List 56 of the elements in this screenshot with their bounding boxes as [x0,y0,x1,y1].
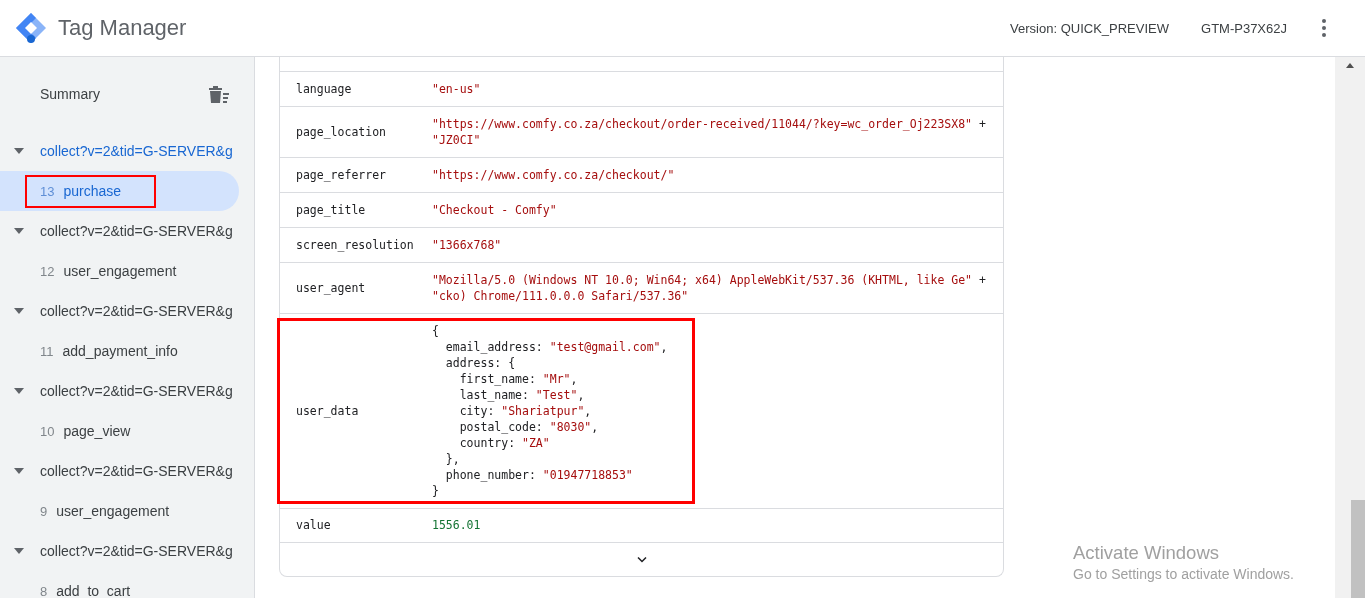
collapse-caret-icon[interactable] [14,228,24,234]
event-name: page_view [63,423,131,439]
parameter-name: screen_resolution [295,238,415,252]
collapse-caret-icon[interactable] [14,388,24,394]
collapse-caret-icon[interactable] [14,548,24,554]
event-number: 8 [40,583,48,598]
more-menu-icon[interactable] [1321,18,1327,38]
parameter-value: 1556.01 [432,517,481,533]
request-item[interactable]: collect?v=2&tid=G-SERVER&g [40,463,233,479]
parameter-name: language [295,82,353,96]
request-item[interactable]: collect?v=2&tid=G-SERVER&g [40,143,233,159]
event-name: add_payment_info [62,343,178,359]
container-id: GTM-P37X62J [1201,20,1287,36]
parameter-name: page_referrer [295,168,387,182]
parameter-value: "en-us" [432,81,481,97]
activation-notice-title: Activate Windows [1073,542,1220,564]
tag-manager-logo [14,11,48,45]
event-name: add_to_cart [56,583,131,598]
collapse-caret-icon[interactable] [14,468,24,474]
event-item[interactable]: 13 purchase [0,171,239,211]
event-number: 12 [40,263,55,279]
event-item[interactable]: 10 page_view [0,411,239,451]
request-item[interactable]: collect?v=2&tid=G-SERVER&g [40,303,233,319]
request-item[interactable]: collect?v=2&tid=G-SERVER&g [40,543,233,559]
request-item[interactable]: collect?v=2&tid=G-SERVER&g [40,223,233,239]
event-name: purchase [63,183,122,199]
event-item[interactable]: 9 user_engagement [0,491,239,531]
request-item[interactable]: collect?v=2&tid=G-SERVER&g [40,383,233,399]
parameter-value: "Checkout - Comfy" [432,202,557,218]
event-item[interactable]: 12 user_engagement [0,251,239,291]
parameter-value: "1366x768" [432,237,502,253]
app-title: Tag Manager [58,15,187,41]
event-number: 13 [40,183,55,199]
summary-link[interactable]: Summary [40,86,208,102]
parameter-name: user_agent [295,281,367,295]
expand-chevron-icon[interactable] [636,556,647,563]
parameter-value: { email_address: "test@gmail.com", address: { first_name: "Mr", last_name: "Test", city: "Shariatpur", postal_code: "8030", country: "ZA" }, phone_number: "01947718853" } [432,323,668,499]
version-label: Version: QUICK_PREVIEW [1010,20,1169,36]
parameter-name: page_location [295,125,387,139]
activation-notice-text: Go to Settings to activate Windows. [1073,566,1294,582]
parameter-value: "Mozilla/5.0 (Windows NT 10.0; Win64; x64) AppleWebKit/537.36 (KHTML, like Ge" + "cko) Chrome/111.0.0.0 Safari/537.36" [432,272,986,304]
event-name: user_engagement [56,503,170,519]
event-number: 9 [40,503,48,519]
event-item[interactable]: 11 add_payment_info [0,331,239,371]
collapse-caret-icon[interactable] [14,308,24,314]
event-number: 10 [40,423,55,439]
parameter-value: "https://www.comfy.co.za/checkout/" [432,167,675,183]
event-item[interactable]: 8 add_to_cart [0,571,239,598]
event-name: user_engagement [63,263,177,279]
parameter-value: "https://www.comfy.co.za/checkout/order-received/11044/?key=wc_order_Oj223SX8" + "JZ0CI" [432,116,986,148]
event-number: 11 [40,343,54,359]
parameter-name: page_title [295,203,367,217]
parameter-name: user_data [295,404,360,418]
delete-list-icon[interactable] [208,85,230,103]
collapse-caret-icon[interactable] [14,148,24,154]
parameter-name: value [295,518,332,532]
